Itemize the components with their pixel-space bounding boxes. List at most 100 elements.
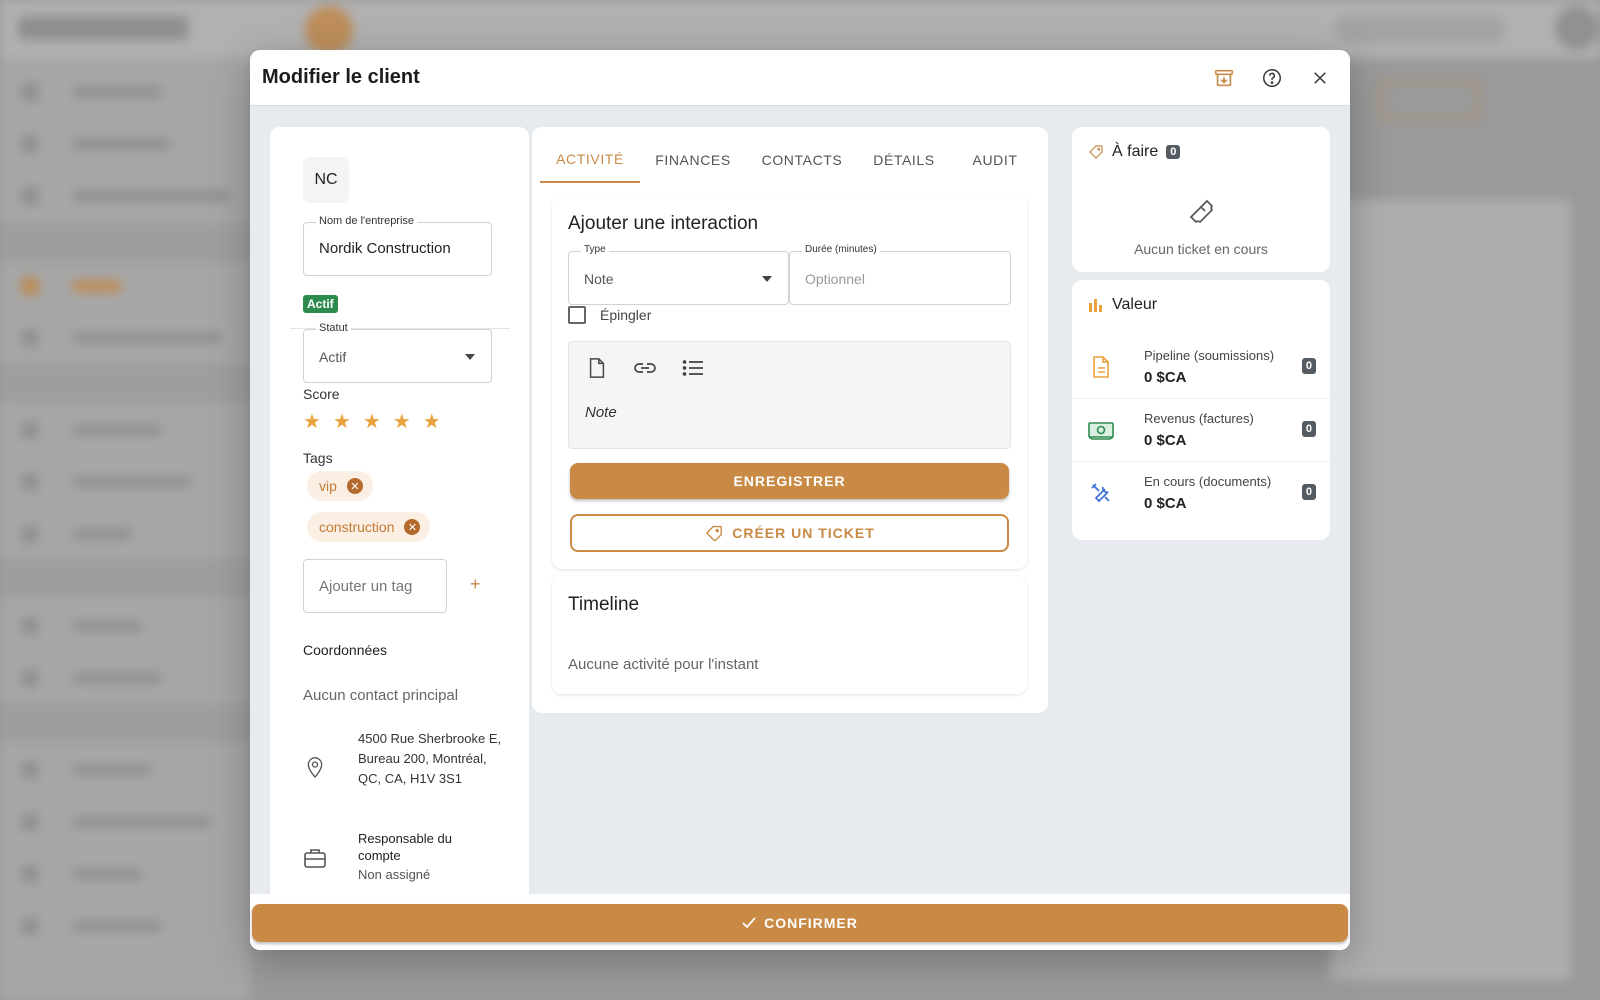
add-interaction-card: Ajouter une interaction Type Note Durée …	[552, 195, 1027, 569]
bar-chart-icon	[1089, 299, 1102, 312]
value-label: Pipeline (soumissions)	[1144, 348, 1275, 363]
star-icon[interactable]: ★	[333, 409, 351, 434]
background-sidebar-row	[20, 274, 230, 296]
confirm-button[interactable]: CONFIRMER	[252, 904, 1348, 942]
status-badge: Actif	[303, 295, 338, 313]
background-sidebar	[0, 58, 250, 1000]
pin-label: Épingler	[600, 307, 652, 323]
star-icon[interactable]: ★	[363, 409, 381, 434]
background-sidebar-row	[20, 614, 230, 636]
create-ticket-button[interactable]: CRÉER UN TICKET	[570, 514, 1009, 552]
background-sidebar-row	[20, 80, 230, 102]
tab-finances[interactable]: FINANCES	[640, 137, 746, 183]
background-sidebar-section	[0, 703, 250, 743]
value-count: 0	[1301, 421, 1316, 437]
star-icon[interactable]: ★	[423, 409, 441, 434]
value-row-pipeline: Pipeline (soumissions) 0 $CA 0	[1072, 336, 1330, 399]
editor-content: Note	[585, 404, 617, 421]
cash-icon	[1086, 415, 1116, 445]
remove-tag-icon[interactable]: ✕	[404, 519, 421, 535]
background-user-chip	[1335, 14, 1505, 44]
company-name-label: Nom de l'entreprise	[316, 215, 418, 227]
chevron-down-icon	[762, 276, 772, 282]
archive-icon[interactable]	[1208, 62, 1240, 94]
background-sidebar-section	[0, 223, 250, 263]
tab-contacts[interactable]: CONTACTS	[746, 137, 858, 183]
ticket-icon	[706, 525, 723, 541]
value-count: 0	[1301, 484, 1316, 500]
todo-count: 0	[1166, 145, 1181, 159]
interaction-type-select[interactable]: Type Note	[568, 244, 789, 305]
value-row-revenus: Revenus (factures) 0 $CA 0	[1072, 399, 1330, 462]
company-name-field[interactable]: Nom de l'entreprise Nordik Construction	[303, 215, 492, 276]
client-avatar: NC	[303, 157, 349, 203]
no-contact-text: Aucun contact principal	[303, 687, 459, 704]
background-sidebar-row	[20, 470, 230, 492]
header-actions	[1208, 62, 1336, 94]
pin-checkbox[interactable]	[568, 306, 586, 324]
list-icon[interactable]	[679, 354, 707, 382]
account-manager-value: Non assigné	[358, 867, 431, 882]
background-sidebar-row	[20, 326, 230, 348]
value-count: 0	[1301, 358, 1316, 374]
background-badge	[305, 6, 353, 54]
timeline-card: Timeline Aucune activité pour l'instant	[552, 576, 1027, 694]
remove-tag-icon[interactable]: ✕	[346, 478, 363, 494]
value-label: En cours (documents)	[1144, 474, 1272, 489]
tab-activite[interactable]: ACTIVITÉ	[540, 137, 640, 183]
todo-card: À faire 0 Aucun ticket en cours	[1072, 127, 1330, 272]
edit-client-modal: Modifier le client NC Nom de l'entrepris…	[250, 50, 1350, 950]
star-icon[interactable]: ★	[303, 409, 321, 434]
confirm-label: CONFIRMER	[764, 915, 858, 931]
ticket-icon	[1184, 194, 1218, 233]
location-pin-icon	[305, 755, 325, 784]
value-amount: 0 $CA	[1144, 369, 1187, 386]
star-icon[interactable]: ★	[393, 409, 411, 434]
background-sidebar-row	[20, 862, 230, 884]
modal-header: Modifier le client	[250, 50, 1350, 106]
background-sidebar-row	[20, 758, 230, 780]
save-button[interactable]: ENREGISTRER	[570, 463, 1009, 499]
note-editor[interactable]: Note	[568, 341, 1011, 449]
score-stars[interactable]: ★ ★ ★ ★ ★	[303, 409, 441, 434]
value-amount: 0 $CA	[1144, 495, 1187, 512]
tag-label: vip	[319, 478, 337, 494]
tab-audit[interactable]: AUDIT	[950, 137, 1040, 183]
background-sidebar-row	[20, 666, 230, 688]
background-sidebar-row	[20, 522, 230, 544]
add-tag-input[interactable]: Ajouter un tag	[303, 559, 447, 613]
help-icon[interactable]	[1256, 62, 1288, 94]
type-label: Type	[581, 244, 609, 255]
background-sidebar-section	[0, 558, 250, 598]
close-icon[interactable]	[1304, 62, 1336, 94]
account-manager-label: Responsable du compte	[358, 831, 452, 863]
tag-chip[interactable]: vip ✕	[307, 471, 373, 501]
background-right-panel	[1330, 200, 1570, 980]
todo-title: À faire	[1112, 143, 1159, 160]
background-sidebar-row	[20, 132, 230, 154]
value-amount: 0 $CA	[1144, 432, 1187, 449]
tab-details[interactable]: DÉTAILS	[858, 137, 950, 183]
todo-empty: Aucun ticket en cours	[1134, 241, 1268, 257]
add-tag-button[interactable]: +	[470, 574, 481, 595]
create-ticket-label: CRÉER UN TICKET	[732, 525, 875, 541]
link-icon[interactable]	[631, 354, 659, 382]
value-title: Valeur	[1112, 296, 1158, 313]
background-sidebar-row	[20, 810, 230, 832]
editor-toolbar	[583, 354, 707, 382]
coordinates-title: Coordonnées	[303, 642, 388, 658]
duration-input[interactable]: Durée (minutes) Optionnel	[789, 244, 1011, 305]
value-card: Valeur Pipeline (soumissions) 0 $CA 0 Re…	[1072, 280, 1330, 540]
duration-placeholder: Optionnel	[805, 271, 865, 287]
background-avatar	[1555, 6, 1599, 50]
type-value: Note	[584, 271, 614, 287]
file-icon[interactable]	[583, 354, 611, 382]
tag-icon	[1089, 145, 1103, 159]
status-select[interactable]: Statut Actif	[303, 322, 492, 383]
score-label: Score	[303, 386, 340, 402]
address-text: 4500 Rue Sherbrooke E, Bureau 200, Montr…	[358, 731, 502, 786]
check-icon	[742, 917, 756, 929]
background-sidebar-row	[20, 418, 230, 440]
modal-title: Modifier le client	[262, 66, 420, 88]
tag-chip[interactable]: construction ✕	[307, 512, 431, 542]
